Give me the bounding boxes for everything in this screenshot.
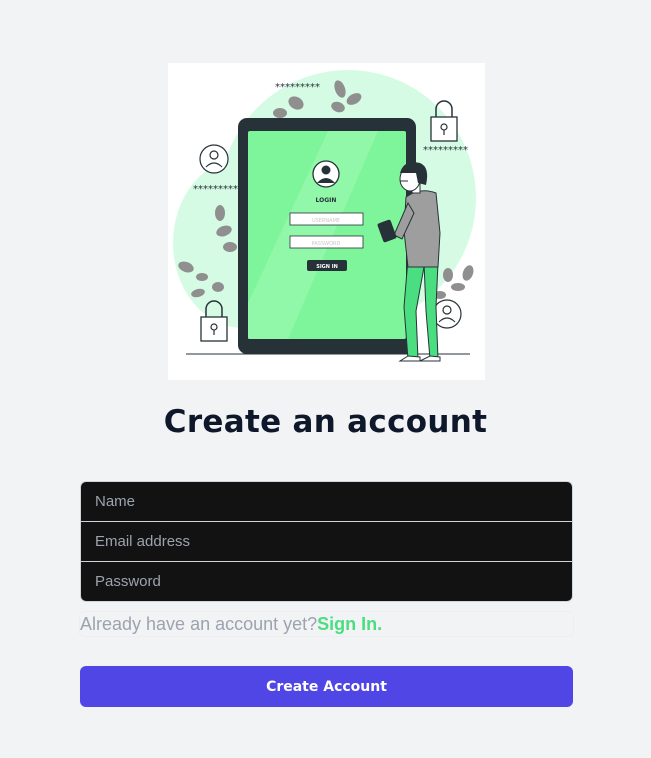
page-title: Create an account <box>163 404 488 440</box>
sign-in-link[interactable]: Sign In. <box>317 614 382 634</box>
user-circle-icon-right <box>432 299 462 329</box>
create-account-button[interactable]: Create Account <box>80 666 573 707</box>
screen-signin-text: SIGN IN <box>316 264 338 270</box>
have-account-text: Already have an account yet? <box>80 614 318 634</box>
screen-login-label: LOGIN <box>316 197 337 204</box>
screen-user-icon <box>312 160 340 188</box>
screen-password-text: PASSWORD <box>312 241 341 247</box>
signin-prompt: Already have an account yet?Sign In. <box>80 612 573 636</box>
email-field[interactable] <box>80 521 573 562</box>
screen-username-text: USERNAME <box>312 218 340 224</box>
login-illustration-svg: ********* ********* ********* LOGIN USER… <box>173 70 476 362</box>
password-field[interactable] <box>80 561 573 602</box>
stars-left-text: ********* <box>193 184 238 195</box>
stars-top-text: ********* <box>275 82 320 93</box>
user-circle-icon-left <box>199 144 229 174</box>
hero-illustration: ********* ********* ********* LOGIN USER… <box>168 63 485 380</box>
name-field[interactable] <box>80 481 573 522</box>
stars-right-text: ********* <box>423 145 468 156</box>
signup-form: Already have an account yet?Sign In. <box>80 481 573 636</box>
